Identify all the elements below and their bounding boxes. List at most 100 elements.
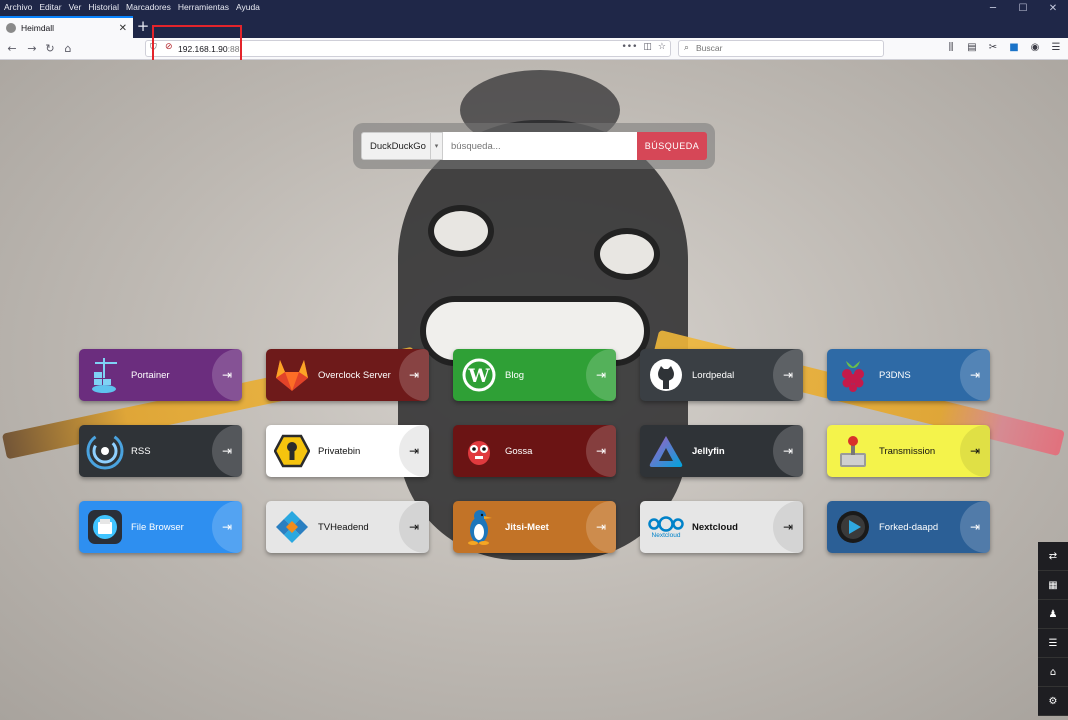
library-icon[interactable]: ⫼ [945,42,957,53]
portainer-icon [79,349,131,401]
browser-search-input[interactable] [696,43,876,53]
settings-icon[interactable]: ⚙ [1038,687,1068,716]
open-link-icon[interactable]: ⇥ [960,501,990,553]
back-icon[interactable]: ← [4,41,20,57]
tag-icon[interactable]: ⌂ [1038,658,1068,687]
gitlab-fox-icon [266,349,318,401]
tile-blog[interactable]: W Blog ⇥ [453,349,616,401]
menu-archivo[interactable]: Archivo [4,2,32,12]
tile-overclock-server[interactable]: Overclock Server ⇥ [266,349,429,401]
open-link-icon[interactable]: ⇥ [586,425,616,477]
tile-nextcloud[interactable]: Nextcloud Nextcloud ⇥ [640,501,803,553]
gossa-icon [453,425,505,477]
menu-ver[interactable]: Ver [69,2,82,12]
jitsi-icon [453,501,505,553]
bookmark-star-icon[interactable]: ☆ [658,42,666,52]
open-link-icon[interactable]: ⇥ [960,349,990,401]
open-link-icon[interactable]: ⇥ [399,349,429,401]
url-host: 192.168.1.90 [178,44,228,54]
address-bar[interactable]: ⛉ ⊘ 192.168.1.90:88 ••• ◫ ☆ [145,40,671,57]
background-monster-eye-left [428,205,494,257]
menu-icon[interactable]: ☰ [1050,42,1062,53]
forward-icon[interactable]: → [24,41,40,57]
tile-p3dns[interactable]: P3DNS ⇥ [827,349,990,401]
tile-gossa[interactable]: Gossa ⇥ [453,425,616,477]
rss-icon [79,425,131,477]
grid-icon[interactable]: ▦ [1038,571,1068,600]
open-link-icon[interactable]: ⇥ [773,349,803,401]
menu-marcadores[interactable]: Marcadores [126,2,171,12]
home-icon[interactable]: ⌂ [60,41,76,57]
screenshot-icon[interactable]: ✂ [987,42,999,53]
open-link-icon[interactable]: ⇥ [399,501,429,553]
reload-icon[interactable]: ↻ [42,41,58,57]
minimize-icon[interactable]: ─ [978,0,1008,16]
url-actions: ••• ◫ ☆ [621,42,666,52]
menu-herramientas[interactable]: Herramientas [178,2,229,12]
close-tab-icon[interactable]: ✕ [119,23,127,34]
menu-ayuda[interactable]: Ayuda [236,2,260,12]
insecure-lock-icon[interactable]: ⊘ [165,42,173,52]
page-actions-icon[interactable]: ••• [621,42,637,52]
tile-lordpedal[interactable]: Lordpedal ⇥ [640,349,803,401]
tile-jellyfin[interactable]: Jellyfin ⇥ [640,425,803,477]
navigation-toolbar: ← → ↻ ⌂ ⛉ ⊘ 192.168.1.90:88 ••• ◫ ☆ ⌕ ⫼ … [0,38,1068,60]
tile-privatebin[interactable]: Privatebin ⇥ [266,425,429,477]
shield-icon[interactable]: ⛉ [150,43,157,53]
open-link-icon[interactable]: ⇥ [399,425,429,477]
open-link-icon[interactable]: ⇥ [212,349,242,401]
open-link-icon[interactable]: ⇥ [212,501,242,553]
jellyfin-icon [640,425,692,477]
extension-icon[interactable]: ■ [1008,42,1020,53]
open-link-icon[interactable]: ⇥ [773,425,803,477]
maximize-icon[interactable]: ☐ [1008,0,1038,16]
transmission-icon [827,425,879,477]
url-port: :88 [227,44,240,54]
wordpress-icon: W [453,349,505,401]
search-icon: ⌕ [684,43,690,53]
file-browser-icon [79,501,131,553]
tile-file-browser[interactable]: File Browser ⇥ [79,501,242,553]
forked-daapd-icon [827,501,879,553]
tile-portainer[interactable]: Portainer ⇥ [79,349,242,401]
search-box: DuckDuckGo ▾ BÚSQUEDA [353,123,715,169]
open-link-icon[interactable]: ⇥ [960,425,990,477]
open-link-icon[interactable]: ⇥ [773,501,803,553]
favicon-icon [6,23,16,33]
nextcloud-icon: Nextcloud [640,501,692,553]
account-icon[interactable]: ◉ [1029,42,1041,53]
search-provider-select[interactable]: DuckDuckGo ▾ [361,132,443,160]
svg-text:W: W [467,365,490,387]
tile-tvheadend[interactable]: TVHeadend ⇥ [266,501,429,553]
background-monster-eye-right [594,228,660,280]
tile-jitsi-meet[interactable]: Jitsi-Meet ⇥ [453,501,616,553]
toolbar-right: ⫼ ▤ ✂ ■ ◉ ☰ [945,42,1062,53]
close-window-icon[interactable]: ✕ [1038,0,1068,16]
menu-editar[interactable]: Editar [39,2,61,12]
tile-forked-daapd[interactable]: Forked-daapd ⇥ [827,501,990,553]
search-provider-label: DuckDuckGo [370,140,426,152]
github-icon [640,349,692,401]
url-text[interactable]: 192.168.1.90:88 [178,44,239,54]
browser-tab[interactable]: Heimdall ✕ [0,16,133,38]
heimdall-page: DuckDuckGo ▾ BÚSQUEDA Portainer ⇥ Overcl… [0,60,1068,720]
list-icon[interactable]: ☰ [1038,629,1068,658]
open-link-icon[interactable]: ⇥ [586,349,616,401]
raspberry-pi-icon [827,349,879,401]
chevron-down-icon: ▾ [430,133,442,159]
pocket-icon[interactable]: ◫ [643,42,652,52]
new-tab-button[interactable]: + [136,17,150,35]
nextcloud-icon-caption: Nextcloud [651,531,681,539]
user-icon[interactable]: ♟ [1038,600,1068,629]
swap-icon[interactable]: ⇄ [1038,542,1068,571]
open-link-icon[interactable]: ⇥ [212,425,242,477]
privatebin-icon [266,425,318,477]
sidebar-icon[interactable]: ▤ [966,42,978,53]
search-button[interactable]: BÚSQUEDA [637,132,707,160]
menu-historial[interactable]: Historial [88,2,119,12]
tile-rss[interactable]: RSS ⇥ [79,425,242,477]
open-link-icon[interactable]: ⇥ [586,501,616,553]
tile-transmission[interactable]: Transmission ⇥ [827,425,990,477]
search-input[interactable] [443,132,637,160]
browser-search-bar[interactable]: ⌕ [678,40,884,57]
